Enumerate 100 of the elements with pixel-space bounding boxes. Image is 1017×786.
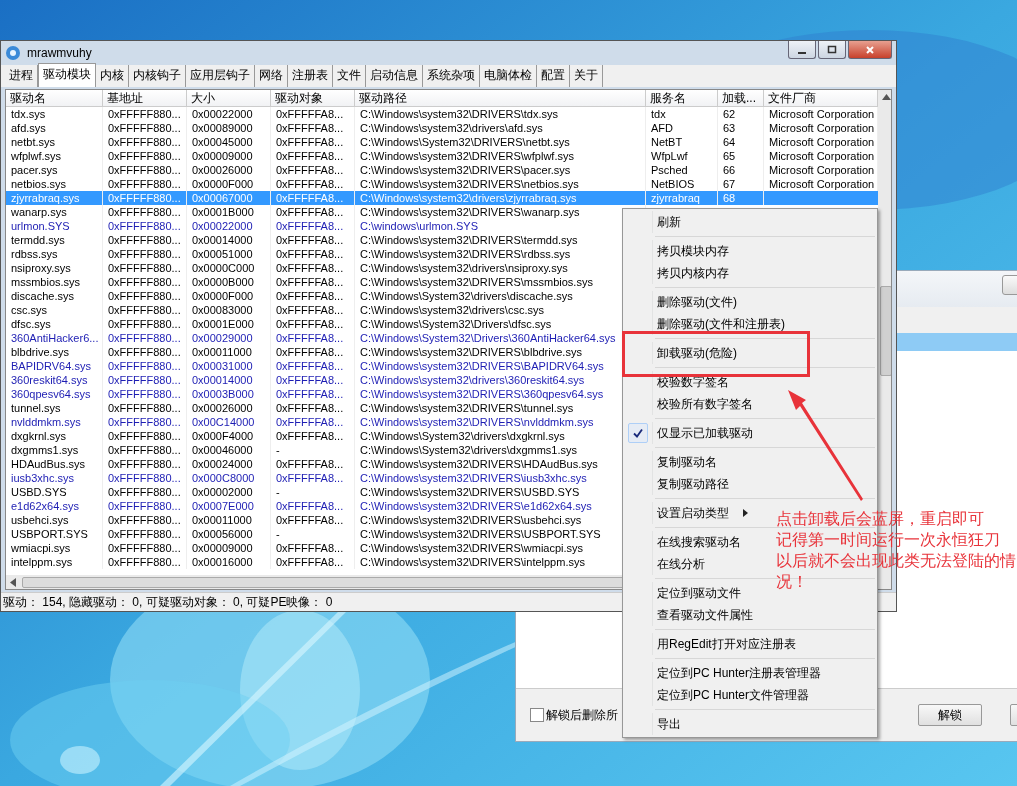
menu-item[interactable]: 定位到PC Hunter文件管理器 (623, 684, 818, 706)
column-header[interactable]: 基地址 (103, 90, 187, 106)
table-cell: USBD.SYS (6, 485, 103, 499)
table-cell: 0xFFFFF880... (103, 107, 187, 121)
table-cell: - (271, 443, 355, 457)
table-cell: intelppm.sys (6, 555, 103, 569)
submenu-arrow-icon (743, 509, 748, 517)
minimize-button[interactable] (788, 41, 816, 59)
table-cell: 0x00045000 (187, 135, 271, 149)
maximize-icon (827, 44, 837, 55)
table-cell: 0xFFFFF880... (103, 429, 187, 443)
table-cell: Psched (646, 163, 718, 177)
table-cell: 0x00002000 (187, 485, 271, 499)
table-cell: 0x00051000 (187, 247, 271, 261)
close-button[interactable] (848, 41, 892, 59)
maximize-button[interactable] (818, 41, 846, 59)
table-cell: BAPIDRV64.sys (6, 359, 103, 373)
table-cell: dxgmms1.sys (6, 443, 103, 457)
menu-item[interactable]: 导出 (623, 713, 689, 735)
table-cell: 0xFFFFFA8... (271, 275, 355, 289)
table-cell: C:\Windows\system32\DRIVERS\wfplwf.sys (355, 149, 646, 163)
table-cell: 0xFFFFFA8... (271, 555, 355, 569)
table-cell: 0x00016000 (187, 555, 271, 569)
table-cell: 0xFFFFFA8... (271, 513, 355, 527)
scrollbar-thumb[interactable] (880, 286, 891, 376)
table-cell: 0x00029000 (187, 331, 271, 345)
table-cell: 0xFFFFF880... (103, 527, 187, 541)
close-icon (865, 44, 875, 55)
table-cell: dxgkrnl.sys (6, 429, 103, 443)
table-cell: 0x0001B000 (187, 205, 271, 219)
column-header[interactable]: 文件厂商 (764, 90, 878, 106)
column-header[interactable]: 加载... (718, 90, 764, 106)
table-cell: 0x000C8000 (187, 471, 271, 485)
left-arrow-icon[interactable] (10, 577, 16, 587)
table-cell: 0xFFFFFA8... (271, 191, 355, 205)
table-cell: 64 (718, 135, 764, 149)
gear-icon (5, 45, 21, 61)
column-header[interactable]: 驱动名 (6, 90, 103, 106)
table-cell: mssmbios.sys (6, 275, 103, 289)
column-header[interactable]: 驱动对象 (271, 90, 355, 106)
table-cell: 0xFFFFFA8... (271, 331, 355, 345)
column-header[interactable]: 大小 (187, 90, 271, 106)
table-cell: usbehci.sys (6, 513, 103, 527)
table-cell: 0xFFFFF880... (103, 513, 187, 527)
table-cell: 0x00014000 (187, 373, 271, 387)
table-cell: 0xFFFFFA8... (271, 219, 355, 233)
table-cell: C:\Windows\System32\DRIVERS\netbt.sys (355, 135, 646, 149)
table-cell: tdx (646, 107, 718, 121)
table-cell: 0x00011000 (187, 345, 271, 359)
table-cell: 0xFFFFF880... (103, 415, 187, 429)
table-cell: wfplwf.sys (6, 149, 103, 163)
table-cell: 0xFFFFF880... (103, 387, 187, 401)
menu-item[interactable]: 定位到PC Hunter注册表管理器 (623, 662, 830, 684)
table-cell: 0xFFFFF880... (103, 247, 187, 261)
checkbox-label: 解锁后删除所 (546, 706, 618, 724)
table-cell: tunnel.sys (6, 401, 103, 415)
tab[interactable]: 驱动模块 (38, 63, 96, 87)
table-cell: nsiproxy.sys (6, 261, 103, 275)
table-cell: 0xFFFFF880... (103, 317, 187, 331)
table-cell: 0xFFFFFA8... (271, 359, 355, 373)
table-cell: 0x00024000 (187, 457, 271, 471)
table-cell: termdd.sys (6, 233, 103, 247)
table-cell: 0xFFFFFA8... (271, 233, 355, 247)
table-cell: csc.sys (6, 303, 103, 317)
table-cell: 0xFFFFFA8... (271, 429, 355, 443)
table-cell: e1d62x64.sys (6, 499, 103, 513)
table-cell: 0x0000F000 (187, 289, 271, 303)
table-cell: 0xFFFFF880... (103, 135, 187, 149)
table-cell: 0xFFFFFA8... (271, 401, 355, 415)
table-cell: 0xFFFFF880... (103, 121, 187, 135)
table-cell: 0x00009000 (187, 149, 271, 163)
column-header[interactable]: 驱动路径 (355, 90, 646, 106)
table-cell: wmiacpi.sys (6, 541, 103, 555)
table-cell: 0x00026000 (187, 163, 271, 177)
table-cell: rdbss.sys (6, 247, 103, 261)
table-cell: 0x00014000 (187, 233, 271, 247)
table-cell: 0xFFFFF880... (103, 485, 187, 499)
table-cell: zjyrrabraq (646, 191, 718, 205)
table-cell: 0x0007E000 (187, 499, 271, 513)
table-cell: C:\Windows\system32\drivers\zjyrrabraq.sys (355, 191, 646, 205)
table-cell: 0xFFFFFA8... (271, 149, 355, 163)
table-cell: 0xFFFFFA8... (271, 289, 355, 303)
checkbox[interactable] (530, 708, 544, 722)
table-cell: 360AntiHacker6... (6, 331, 103, 345)
table-cell: 0xFFFFFA8... (271, 541, 355, 555)
table-cell: HDAudBus.sys (6, 457, 103, 471)
up-arrow-icon[interactable] (881, 94, 891, 100)
unlock-button[interactable]: 解锁 (918, 704, 982, 726)
table-cell: 0x00046000 (187, 443, 271, 457)
table-cell: 0x000F4000 (187, 429, 271, 443)
table-cell: nvlddmkm.sys (6, 415, 103, 429)
table-cell: NetBT (646, 135, 718, 149)
table-cell: 68 (718, 191, 764, 205)
column-header[interactable]: 服务名 (646, 90, 718, 106)
table-cell: 0xFFFFF880... (103, 303, 187, 317)
table-cell: 0x00022000 (187, 107, 271, 121)
table-cell: netbt.sys (6, 135, 103, 149)
menu-item[interactable]: 用RegEdit打开对应注册表 (623, 633, 804, 655)
table-cell: 0xFFFFFA8... (271, 247, 355, 261)
table-cell: tdx.sys (6, 107, 103, 121)
